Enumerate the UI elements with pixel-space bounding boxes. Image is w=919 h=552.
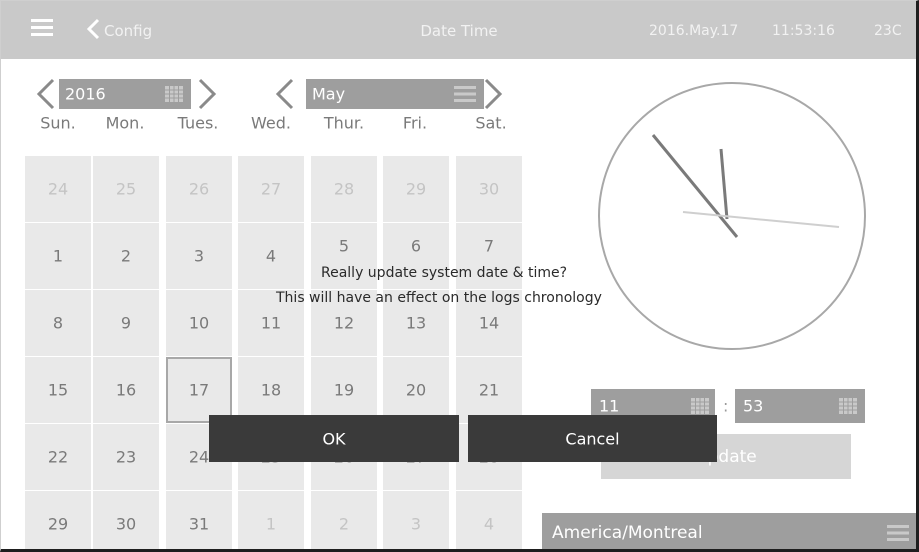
calendar-day[interactable]: 3 <box>383 491 449 549</box>
prev-month-button[interactable] <box>272 77 298 111</box>
dialog-message-line2: This will have an effect on the logs chr… <box>276 290 602 306</box>
calendar-day[interactable]: 15 <box>25 357 91 423</box>
dialog-cancel-button[interactable]: Cancel <box>468 415 717 462</box>
calendar-day[interactable]: 29 <box>383 156 449 222</box>
weekday-fri: Fri. <box>402 113 428 133</box>
calendar-day[interactable]: 22 <box>25 424 91 490</box>
header-time: 11:53:16 <box>772 23 835 39</box>
weekday-sun: Sun. <box>40 113 76 133</box>
calendar-day[interactable]: 28 <box>311 156 377 222</box>
weekday-sat: Sat. <box>475 113 507 133</box>
month-value: May <box>312 84 346 104</box>
header-temperature: 23C <box>874 23 902 39</box>
next-month-button[interactable] <box>480 77 506 111</box>
calendar-day[interactable]: 30 <box>456 156 522 222</box>
calendar-day[interactable]: 19 <box>311 357 377 423</box>
calendar-day[interactable]: 3 <box>166 223 232 289</box>
calendar-day[interactable]: 1 <box>25 223 91 289</box>
calendar-day[interactable]: 2 <box>311 491 377 549</box>
calendar-day[interactable]: 4 <box>456 491 522 549</box>
timezone-value: America/Montreal <box>552 523 703 543</box>
list-icon <box>454 86 476 102</box>
calendar-day[interactable]: 4 <box>238 223 304 289</box>
year-value: 2016 <box>65 84 106 104</box>
prev-year-button[interactable] <box>33 77 59 111</box>
calendar-day[interactable]: 10 <box>166 290 232 356</box>
calendar-day[interactable]: 18 <box>238 357 304 423</box>
next-year-button[interactable] <box>194 77 220 111</box>
grid-icon <box>839 398 857 414</box>
list-icon <box>887 525 909 541</box>
dialog-message-line1: Really update system date & time? <box>321 265 568 281</box>
calendar-day[interactable]: 27 <box>238 156 304 222</box>
ok-label: OK <box>322 429 346 448</box>
minute-value: 53 <box>743 396 764 416</box>
calendar-day[interactable]: 31 <box>166 491 232 549</box>
calendar-day[interactable]: 23 <box>93 424 159 490</box>
calendar-day[interactable]: 9 <box>93 290 159 356</box>
year-selector[interactable]: 2016 <box>59 79 191 109</box>
calendar-day[interactable]: 26 <box>166 156 232 222</box>
calendar-day[interactable]: 30 <box>93 491 159 549</box>
minute-input[interactable]: 53 <box>735 389 865 423</box>
timezone-select[interactable]: America/Montreal <box>542 513 916 549</box>
dialog-ok-button[interactable]: OK <box>209 415 459 462</box>
calendar-day[interactable]: 1 <box>238 491 304 549</box>
app-window: Config Date Time 2016.May.17 11:53:16 23… <box>0 0 919 552</box>
calendar-day-selected[interactable]: 17 <box>166 357 232 423</box>
header-date: 2016.May.17 <box>649 23 739 39</box>
calendar-day[interactable]: 29 <box>25 491 91 549</box>
cancel-label: Cancel <box>565 429 620 448</box>
grid-icon <box>691 398 709 414</box>
time-separator: : <box>723 396 729 416</box>
weekday-mon: Mon. <box>105 113 145 133</box>
calendar-day[interactable]: 2 <box>93 223 159 289</box>
month-selector[interactable]: May <box>306 79 484 109</box>
weekday-thu: Thur. <box>323 113 365 133</box>
hour-value: 11 <box>599 396 620 416</box>
header-bar: Config Date Time 2016.May.17 11:53:16 23… <box>1 1 916 59</box>
calendar-day[interactable]: 24 <box>25 156 91 222</box>
analog-clock <box>598 82 866 350</box>
weekday-tue: Tues. <box>177 113 219 133</box>
calendar-day[interactable]: 20 <box>383 357 449 423</box>
weekday-wed: Wed. <box>251 113 291 133</box>
calendar-day[interactable]: 25 <box>93 156 159 222</box>
calendar-day[interactable]: 16 <box>93 357 159 423</box>
grid-icon <box>165 86 183 102</box>
calendar-day[interactable]: 21 <box>456 357 522 423</box>
calendar-day[interactable]: 8 <box>25 290 91 356</box>
